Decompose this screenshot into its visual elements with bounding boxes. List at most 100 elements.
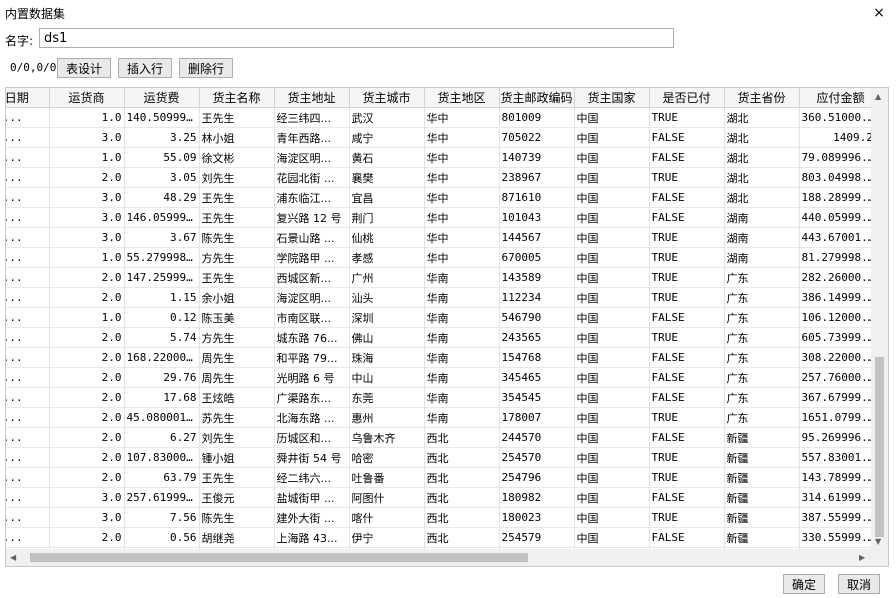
table-cell[interactable]: 广东 [724,367,800,388]
table-cell[interactable]: 西北 [424,427,500,448]
table-cell[interactable]: 舜井街 54 号 [274,447,350,468]
table-cell[interactable]: 湖北 [724,107,800,128]
table-cell[interactable]: 2002-0... [6,127,50,148]
table-cell[interactable]: 仙桃 [349,227,425,248]
table-cell[interactable]: 王先生 [199,207,275,228]
table-cell[interactable]: 华南 [424,347,500,368]
column-header[interactable]: 订购日期 [6,88,50,108]
table-cell[interactable]: 45.080001... [124,407,200,428]
table-cell[interactable]: 建外大街 ... [274,507,350,528]
table-cell[interactable]: 陈先生 [199,227,275,248]
table-cell[interactable]: 1.0 [49,247,125,268]
table-cell[interactable]: 陈先生 [199,507,275,528]
table-cell[interactable]: 新疆 [724,447,800,468]
table-row[interactable]: 2001-2...2.017.68王炫皓广渠路东...东莞华南354545中国F… [6,387,872,408]
table-cell[interactable]: 360.51000... [799,107,872,128]
table-cell[interactable]: 华中 [424,207,500,228]
scroll-right-icon[interactable]: ▶ [859,553,865,562]
name-input[interactable] [39,28,674,48]
table-row[interactable]: 2002-1...3.0146.05999...王先生复兴路 12 号荆门华中1… [6,207,872,228]
table-cell[interactable]: TRUE [649,327,725,348]
table-cell[interactable]: 55.09 [124,147,200,168]
column-header[interactable]: 是否已付 [649,88,725,108]
table-cell[interactable]: 238967 [499,167,575,188]
table-cell[interactable]: 学院路甲 ... [274,247,350,268]
column-header[interactable]: 运货费 [124,88,200,108]
table-cell[interactable]: 喀什 [349,507,425,528]
table-cell[interactable]: 48.29 [124,187,200,208]
column-header[interactable]: 应付金额 [799,88,872,108]
table-cell[interactable]: 2002-0... [6,467,50,488]
column-header[interactable]: 货主省份 [724,88,800,108]
table-cell[interactable]: 中山 [349,367,425,388]
table-cell[interactable]: 3.25 [124,127,200,148]
table-cell[interactable]: 伊宁 [349,527,425,548]
table-cell[interactable]: 徐文彬 [199,147,275,168]
table-cell[interactable]: TRUE [649,107,725,128]
table-cell[interactable]: 244570 [499,427,575,448]
table-cell[interactable]: 城东路 76... [274,327,350,348]
table-cell[interactable]: 新疆 [724,507,800,528]
table-cell[interactable]: 254570 [499,447,575,468]
table-cell[interactable]: TRUE [649,247,725,268]
table-cell[interactable]: 中国 [574,367,650,388]
table-cell[interactable]: 襄樊 [349,167,425,188]
table-cell[interactable]: 荆门 [349,207,425,228]
table-cell[interactable]: 西城区新... [274,267,350,288]
table-cell[interactable]: 95.269996... [799,427,872,448]
table-row[interactable]: 2003-0...1.055.279998...方先生学院路甲 ...孝感华中6… [6,247,872,268]
table-cell[interactable]: 广东 [724,347,800,368]
table-cell[interactable]: 1.0 [49,147,125,168]
table-cell[interactable]: 143589 [499,267,575,288]
table-cell[interactable]: 中国 [574,387,650,408]
table-cell[interactable]: 湖南 [724,207,800,228]
table-cell[interactable]: TRUE [649,267,725,288]
table-cell[interactable]: 新疆 [724,527,800,548]
table-cell[interactable]: 803.04998... [799,167,872,188]
cancel-button[interactable]: 取消 [838,574,880,594]
table-cell[interactable]: 华南 [424,267,500,288]
table-cell[interactable]: FALSE [649,487,725,508]
table-cell[interactable]: 华中 [424,227,500,248]
table-cell[interactable]: 湖南 [724,227,800,248]
table-cell[interactable]: 青年西路... [274,127,350,148]
table-cell[interactable]: 146.05999... [124,207,200,228]
table-cell[interactable]: 东莞 [349,387,425,408]
table-cell[interactable]: 湖北 [724,167,800,188]
table-cell[interactable]: 广渠路东... [274,387,350,408]
scroll-down-icon[interactable]: ▼ [875,537,881,546]
table-cell[interactable]: 林小姐 [199,127,275,148]
column-header[interactable]: 货主国家 [574,88,650,108]
table-cell[interactable]: 345465 [499,367,575,388]
table-cell[interactable]: FALSE [649,387,725,408]
table-cell[interactable]: 中国 [574,107,650,128]
table-cell[interactable]: 140.50999... [124,107,200,128]
table-cell[interactable]: 中国 [574,447,650,468]
table-cell[interactable]: 605.73999... [799,327,872,348]
table-cell[interactable]: 2002-1... [6,167,50,188]
table-cell[interactable]: 188.28999... [799,187,872,208]
table-cell[interactable]: 王先生 [199,187,275,208]
scroll-up-icon[interactable]: ▲ [875,92,881,101]
table-cell[interactable]: 2002-0... [6,487,50,508]
table-cell[interactable]: 2001-2... [6,427,50,448]
table-cell[interactable]: 29.76 [124,367,200,388]
table-cell[interactable]: 386.14999... [799,287,872,308]
table-cell[interactable]: 浦东临江... [274,187,350,208]
table-cell[interactable]: 华南 [424,327,500,348]
table-cell[interactable]: 2.0 [49,287,125,308]
close-icon[interactable]: × [862,0,896,26]
table-cell[interactable]: 7.56 [124,507,200,528]
table-cell[interactable]: 2002-0... [6,527,50,548]
table-cell[interactable]: 华中 [424,147,500,168]
table-cell[interactable]: 王先生 [199,267,275,288]
table-cell[interactable]: 海淀区明... [274,147,350,168]
table-cell[interactable]: 华南 [424,407,500,428]
column-header[interactable]: 运货商 [49,88,125,108]
table-cell[interactable]: 汕头 [349,287,425,308]
table-cell[interactable]: 670005 [499,247,575,268]
table-row[interactable]: 2002-0...3.03.25林小姐青年西路...咸宁华中705022中国FA… [6,127,872,148]
column-header[interactable]: 货主名称 [199,88,275,108]
table-cell[interactable]: 华中 [424,247,500,268]
table-cell[interactable]: 刘先生 [199,167,275,188]
